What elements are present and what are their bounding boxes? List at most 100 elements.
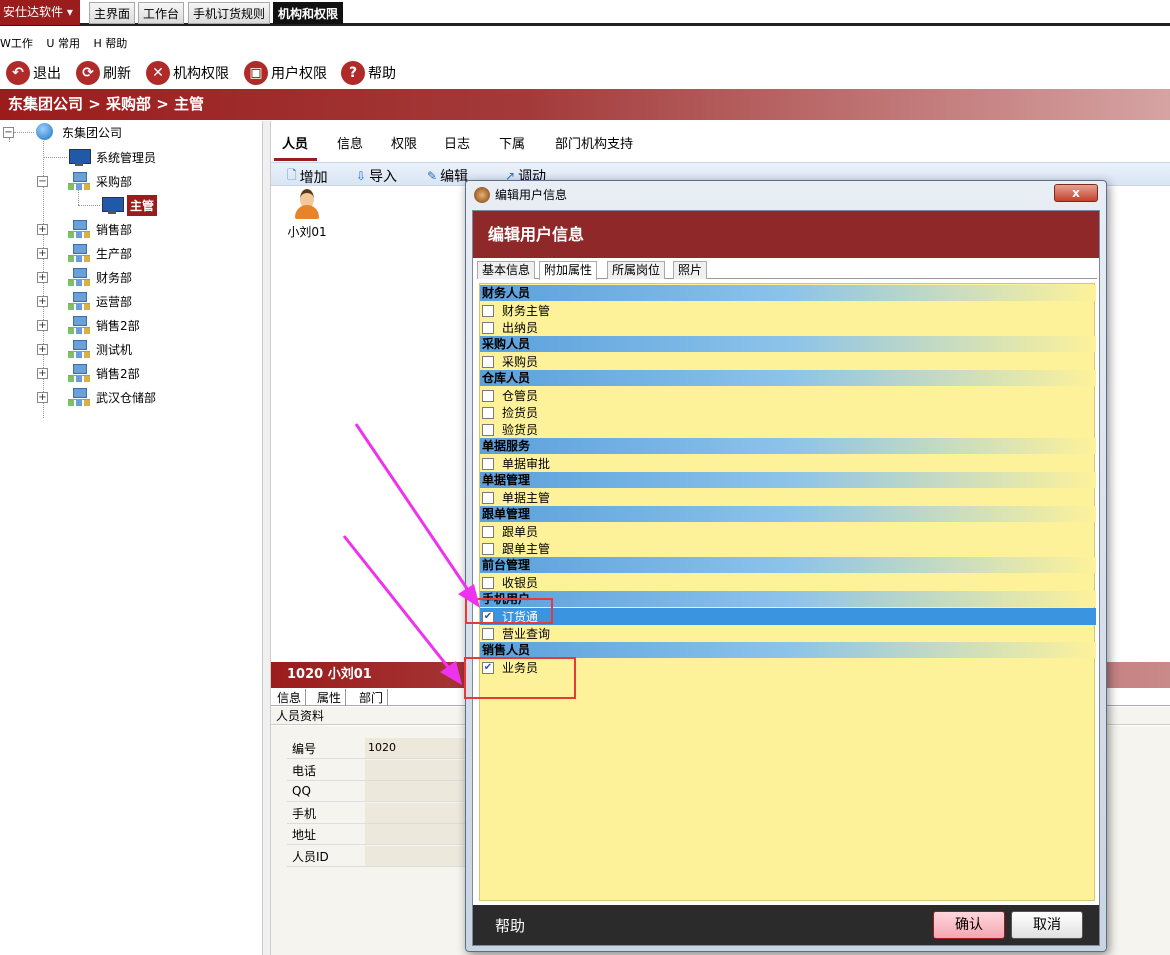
tree-node-supervisor[interactable]: 主管 [101,194,158,216]
tree-collapse-toggle[interactable]: − [37,176,48,187]
tree-expand-toggle[interactable]: + [37,272,48,283]
attribute-item[interactable]: 单据审批 [480,455,1096,472]
import-button[interactable]: ⇩ 导入 [356,166,397,186]
checkbox[interactable] [482,355,494,368]
field-value[interactable]: 1020 [365,738,477,758]
field-value[interactable] [365,846,477,866]
attribute-item[interactable]: 仓管员 [480,387,1096,404]
detail-tab-info[interactable]: 信息 [273,689,307,706]
help-button[interactable]: ? 帮助 [341,60,396,86]
tab-positions[interactable]: 所属岗位 [607,261,666,279]
tree-expand-toggle[interactable]: + [37,224,48,235]
checkbox[interactable] [482,423,494,436]
menu-help[interactable]: H 帮助 [93,37,127,50]
tree-node-admin[interactable]: 系统管理员 [68,147,156,167]
tree-node-dept[interactable]: 销售2部 [68,363,140,383]
checkbox[interactable] [482,491,494,504]
checkbox[interactable] [482,321,494,334]
close-button[interactable]: x [1054,184,1098,202]
exit-icon: ↶ [6,61,30,85]
attribute-label: 仓管员 [502,389,539,403]
brand-menu-button[interactable]: 安仕达软件 ▾ [0,0,80,25]
tab-extra-attributes[interactable]: 附加属性 [539,261,598,280]
user-permission-button[interactable]: ▣ 用户权限 [244,60,327,86]
confirm-button[interactable]: 确认 [933,911,1005,939]
tree-node-label: 东集团公司 [62,125,123,140]
brand-label: 安仕达软件 [3,5,64,19]
checkbox[interactable] [482,576,494,589]
tab-main[interactable]: 主界面 [89,2,136,24]
field-value[interactable] [365,824,477,844]
person-card[interactable]: 小刘01 [287,189,327,240]
help-icon: ? [341,61,365,85]
detail-tab-department[interactable]: 部门 [355,689,389,706]
tree-node-root[interactable]: 东集团公司 [34,122,122,142]
refresh-button[interactable]: ⟳ 刷新 [76,60,131,86]
tree-expand-toggle[interactable]: + [37,248,48,259]
tree-node-dept[interactable]: 生产部 [68,243,132,263]
field-value[interactable] [365,781,477,801]
checkbox[interactable] [482,627,494,640]
dialog-help-link[interactable]: 帮助 [495,915,525,936]
tab-mobile-order-rules[interactable]: 手机订货规则 [188,2,271,24]
attribute-item[interactable]: 营业查询 [480,625,1096,642]
tab-log[interactable]: 日志 [444,133,470,152]
tab-dept-support[interactable]: 部门机构支持 [555,133,633,152]
tab-org-permissions[interactable]: 机构和权限 [273,2,344,24]
tree-node-label: 武汉仓储部 [96,390,157,405]
checkbox[interactable] [482,542,494,555]
menu-work[interactable]: W工作 [0,37,33,50]
tree-node-purchase[interactable]: 采购部 [68,171,132,191]
attribute-item[interactable]: ✔ 订货通 [480,608,1096,625]
tab-permissions[interactable]: 权限 [391,133,417,152]
tree-expand-toggle[interactable]: + [37,320,48,331]
tree-node-dept[interactable]: 销售部 [68,219,132,239]
tab-workbench[interactable]: 工作台 [138,2,185,24]
panel-splitter[interactable] [263,121,271,955]
tab-info[interactable]: 信息 [337,133,363,152]
field-value[interactable] [365,760,477,780]
checkbox[interactable] [482,457,494,470]
attribute-item[interactable]: 单据主管 [480,489,1096,506]
tab-basic-info[interactable]: 基本信息 [477,261,536,279]
tree-expand-toggle[interactable]: + [37,344,48,355]
checkbox[interactable] [482,406,494,419]
attribute-item[interactable]: 跟单主管 [480,540,1096,557]
tree-node-dept[interactable]: 武汉仓储部 [68,387,156,407]
exit-button[interactable]: ↶ 退出 [6,60,61,86]
checkbox[interactable] [482,525,494,538]
menu-common[interactable]: U 常用 [46,37,80,50]
checkbox[interactable] [482,389,494,402]
tree-node-dept[interactable]: 财务部 [68,267,132,287]
org-permission-button[interactable]: ✕ 机构权限 [146,60,229,86]
attribute-item[interactable]: 采购员 [480,353,1096,370]
attribute-item[interactable]: 收银员 [480,574,1096,591]
checkbox[interactable] [482,304,494,317]
attribute-item[interactable]: 财务主管 [480,302,1096,319]
dialog-title: 编辑用户信息 [495,188,568,202]
attribute-item[interactable]: 捡货员 [480,404,1096,421]
tab-subordinates[interactable]: 下属 [499,133,525,152]
tree-node-dept[interactable]: 销售2部 [68,315,140,335]
tree-node-label: 销售2部 [96,366,140,381]
tree-collapse-toggle[interactable]: − [3,127,14,138]
attribute-item[interactable]: 验货员 [480,421,1096,438]
exit-label: 退出 [33,66,61,82]
edit-button[interactable]: ✎ 编辑 [427,166,468,186]
dialog-footer: 帮助 确认 取消 [473,905,1099,945]
cancel-button[interactable]: 取消 [1011,911,1083,939]
tree-node-label: 销售部 [96,222,133,237]
tab-people[interactable]: 人员 [282,133,308,152]
annotation-box [464,657,576,699]
detail-tab-attributes[interactable]: 属性 [313,689,347,706]
tab-photo[interactable]: 照片 [673,261,708,279]
attribute-item[interactable]: 出纳员 [480,319,1096,336]
tree-expand-toggle[interactable]: + [37,392,48,403]
tree-expand-toggle[interactable]: + [37,296,48,307]
attribute-item[interactable]: 跟单员 [480,523,1096,540]
field-value[interactable] [365,803,477,823]
tree-node-dept[interactable]: 测试机 [68,339,132,359]
tree-node-dept[interactable]: 运营部 [68,291,132,311]
tree-expand-toggle[interactable]: + [37,368,48,379]
add-button[interactable]: 🗋 增加 [287,166,328,187]
